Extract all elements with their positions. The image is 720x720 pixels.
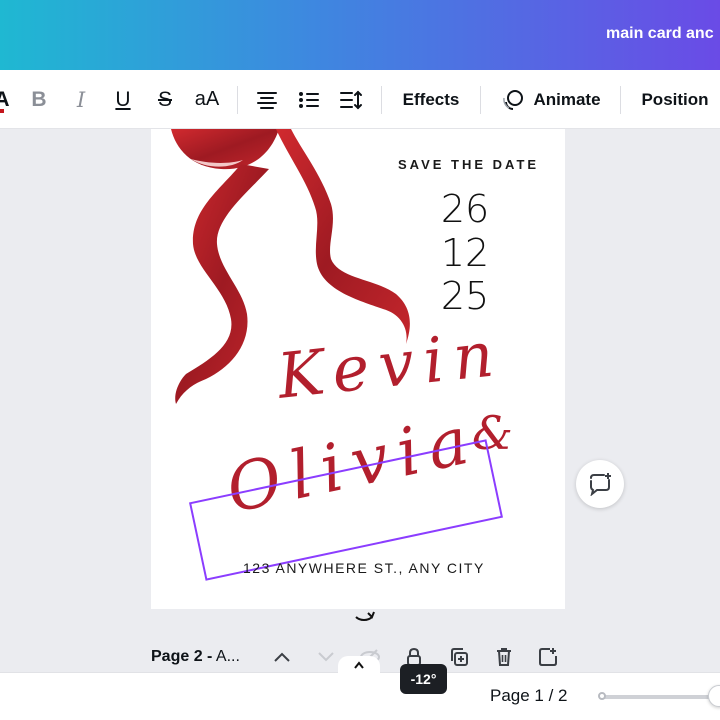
bullet-list-icon <box>299 91 319 108</box>
show-pages-button[interactable] <box>338 656 380 674</box>
animate-icon <box>501 88 525 112</box>
underline-button[interactable]: U <box>112 70 134 129</box>
save-the-date-text[interactable]: SAVE THE DATE <box>398 157 539 172</box>
delete-page-button[interactable] <box>492 645 516 669</box>
text-toolbar: A B I U S aA Effects Animate Position <box>0 70 720 129</box>
rotation-badge: -12° <box>400 664 447 694</box>
page-number-label: Page 2 - <box>151 648 213 665</box>
date-month[interactable]: 12 <box>420 231 510 275</box>
chevron-down-icon <box>318 652 334 662</box>
italic-button[interactable]: I <box>70 70 92 129</box>
add-page-button[interactable] <box>536 645 560 669</box>
duplicate-page-button[interactable] <box>447 645 471 669</box>
chevron-up-icon <box>354 661 364 669</box>
letter-case-button[interactable]: aA <box>190 70 224 129</box>
chevron-up-icon <box>274 652 290 662</box>
zoom-slider-track[interactable] <box>600 695 720 699</box>
trash-icon <box>497 648 511 666</box>
address-text[interactable]: 123 ANYWHERE ST., ANY CITY <box>243 560 485 576</box>
bullet-list-button[interactable] <box>296 70 322 129</box>
text-color-label: A <box>0 87 10 111</box>
top-bar: main card anc <box>0 0 720 70</box>
rotate-handle-icon[interactable] <box>352 606 376 624</box>
date-day[interactable]: 26 <box>420 187 510 231</box>
line-spacing-icon <box>340 90 362 109</box>
page-title-label: A... <box>212 648 240 665</box>
text-color-swatch <box>0 109 4 113</box>
align-center-icon <box>257 91 277 109</box>
text-color-button[interactable]: A <box>0 70 12 129</box>
move-page-down-button[interactable] <box>314 645 338 669</box>
duplicate-icon <box>451 648 468 666</box>
zoom-slider-start <box>598 692 606 700</box>
spacing-button[interactable] <box>337 70 365 129</box>
comment-add-icon <box>590 473 611 496</box>
move-page-up-button[interactable] <box>270 645 294 669</box>
align-center-button[interactable] <box>254 70 280 129</box>
page-count[interactable]: Page 1 / 2 <box>490 686 568 706</box>
date-year[interactable]: 25 <box>420 274 510 318</box>
animate-button[interactable]: Animate <box>496 70 606 129</box>
animate-label: Animate <box>533 89 601 109</box>
bold-button[interactable]: B <box>28 70 50 129</box>
toolbar-divider <box>237 86 238 114</box>
toolbar-divider <box>620 86 621 114</box>
document-title[interactable]: main card anc <box>606 25 714 43</box>
strikethrough-button[interactable]: S <box>154 70 176 129</box>
toolbar-divider <box>381 86 382 114</box>
position-button[interactable]: Position <box>638 70 712 129</box>
toolbar-divider <box>480 86 481 114</box>
add-page-icon <box>539 648 557 666</box>
effects-button[interactable]: Effects <box>398 70 464 129</box>
add-comment-button[interactable] <box>576 460 624 508</box>
page-label[interactable]: Page 2 - A... <box>151 648 240 666</box>
